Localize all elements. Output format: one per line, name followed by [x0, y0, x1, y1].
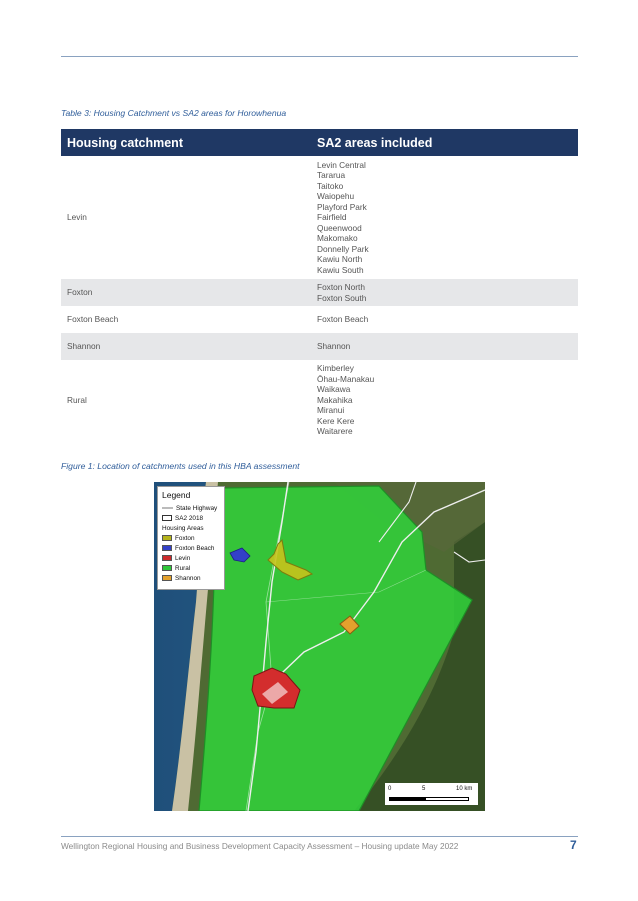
legend-item: State Highway	[162, 503, 220, 513]
map-legend: Legend State Highway SA2 2018 Housing Area…	[157, 486, 225, 590]
sa2-area-name: Fairfield	[317, 212, 347, 223]
sa2-area-name: Queenwood	[317, 222, 362, 233]
scale-bar-white	[425, 797, 469, 801]
table-row: Foxton Foxton North Foxton South	[61, 279, 578, 306]
table-header-row: Housing catchment SA2 areas included	[61, 129, 578, 156]
legend-label: Housing Areas	[162, 524, 204, 532]
sa2-cell: Levin Central Tararua Taitoko Waiopehu Playf…	[311, 156, 578, 279]
catchment-cell: Foxton	[61, 279, 311, 306]
sa2-cell: Shannon	[311, 333, 578, 360]
catchment-map: Legend State Highway SA2 2018 Housing Area…	[154, 482, 485, 811]
legend-item: Housing Areas	[162, 523, 220, 533]
sa2-cell: Kimberley Ōhau-Manakau Waikawa Makahika Mira…	[311, 360, 578, 440]
legend-fill-swatch	[162, 555, 172, 561]
legend-label: Foxton Beach	[175, 544, 215, 552]
page-number: 7	[570, 838, 577, 852]
footer-text: Wellington Regional Housing and Business…	[61, 841, 459, 851]
sa2-area-name: Foxton Beach	[317, 314, 369, 325]
footer-rule	[61, 836, 578, 837]
legend-item: Shannon	[162, 573, 220, 583]
legend-fill-swatch	[162, 545, 172, 551]
legend-item: Foxton	[162, 533, 220, 543]
catchment-cell: Foxton Beach	[67, 314, 119, 325]
sa2-area-name: Foxton South	[317, 292, 367, 303]
catchment-cell: Shannon	[61, 333, 311, 360]
legend-label: SA2 2018	[175, 514, 204, 522]
scale-bar: 0 5 10 km	[385, 783, 478, 805]
sa2-area-name: Ōhau-Manakau	[317, 373, 375, 384]
table-row: Foxton Beach Foxton Beach	[61, 306, 578, 333]
sa2-area-name: Foxton North	[317, 282, 365, 293]
table-row: Levin Levin Central Tararua Taitoko Waiopehu…	[61, 156, 578, 279]
sa2-area-name: Kawiu North	[317, 254, 363, 265]
scale-label-5: 5	[422, 786, 426, 792]
sa2-area-name: Playford Park	[317, 201, 367, 212]
sa2-cell: Foxton North Foxton South	[311, 279, 578, 306]
legend-title: Legend	[162, 490, 191, 500]
sa2-area-name: Taitoko	[317, 180, 344, 191]
scale-label-10: 10 km	[456, 786, 473, 792]
sa2-area-name: Tararua	[317, 170, 346, 181]
scale-label-0: 0	[388, 786, 392, 792]
sa2-area-name: Waiopehu	[317, 191, 355, 202]
sa2-area-name: Makahika	[317, 394, 353, 405]
sa2-area-name: Kere Kere	[317, 415, 355, 426]
sa2-area-name: Donnelly Park	[317, 243, 369, 254]
legend-label: Rural	[175, 564, 191, 572]
legend-label: Levin	[175, 554, 191, 562]
scale-bar-black	[389, 797, 425, 801]
legend-item: Foxton Beach	[162, 543, 220, 553]
legend-line-swatch	[162, 507, 173, 509]
sa2-cell: Foxton Beach	[311, 306, 578, 333]
sa2-area-name: Shannon	[317, 341, 351, 352]
catchment-cell: Levin	[67, 212, 87, 223]
figure-caption: Figure 1: Location of catchments used in…	[61, 461, 300, 471]
header-rule	[61, 56, 578, 57]
legend-label: Foxton	[175, 534, 195, 542]
table-row: Shannon Shannon	[61, 333, 578, 360]
legend-label: State Highway	[176, 504, 218, 512]
legend-fill-swatch	[162, 565, 172, 571]
sa2-area-name: Waikawa	[317, 384, 351, 395]
sa2-area-name: Miranui	[317, 405, 345, 416]
legend-item: Rural	[162, 563, 220, 573]
table-caption: Table 3: Housing Catchment vs SA2 areas …	[61, 108, 287, 118]
header-housing-catchment: Housing catchment	[61, 129, 311, 156]
legend-item: Levin	[162, 553, 220, 563]
legend-item: SA2 2018	[162, 513, 220, 523]
sa2-area-name: Kimberley	[317, 363, 354, 374]
catchment-table: Housing catchment SA2 areas included Lev…	[61, 129, 578, 440]
table-row: Rural Kimberley Ōhau-Manakau Waikawa Makahik…	[61, 360, 578, 440]
sa2-area-name: Waitarere	[317, 426, 353, 437]
sa2-area-name: Levin Central	[317, 160, 366, 170]
sa2-area-name: Makomako	[317, 233, 358, 244]
legend-label: Shannon	[175, 574, 201, 582]
header-sa2-areas: SA2 areas included	[311, 129, 578, 156]
catchment-cell: Rural	[67, 394, 87, 405]
legend-fill-swatch	[162, 575, 172, 581]
legend-outline-swatch	[162, 515, 172, 521]
legend-fill-swatch	[162, 535, 172, 541]
sa2-area-name: Kawiu South	[317, 264, 364, 275]
